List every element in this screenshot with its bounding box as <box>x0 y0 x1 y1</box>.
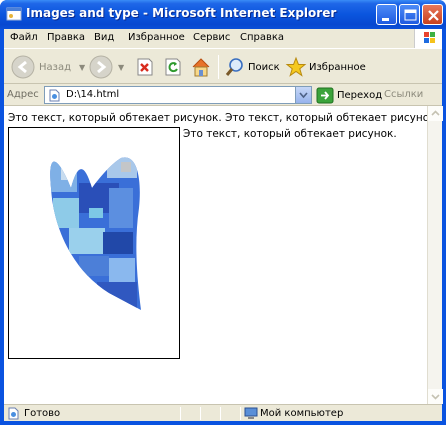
home-icon <box>192 58 210 77</box>
stop-icon <box>137 58 153 76</box>
close-icon <box>428 10 439 21</box>
status-page-icon <box>8 407 19 420</box>
minimize-button[interactable] <box>376 4 397 25</box>
minimize-icon <box>382 18 389 21</box>
refresh-button[interactable] <box>164 53 182 81</box>
back-button[interactable]: Назад ▼ <box>10 53 85 81</box>
stop-button[interactable] <box>136 53 154 81</box>
status-text: Готово <box>24 408 61 419</box>
forward-button[interactable]: ▼ <box>88 53 124 81</box>
go-label: Переход <box>337 89 383 101</box>
menu-edit[interactable]: Правка <box>47 32 85 43</box>
status-separator <box>200 407 201 420</box>
ie-window: Images and type - Microsoft Internet Exp… <box>0 0 446 425</box>
status-separator <box>240 407 241 420</box>
search-icon <box>225 58 243 76</box>
back-label: Назад <box>39 61 72 73</box>
menu-bar: Файл Правка Вид Избранное Сервис Справка <box>4 29 442 48</box>
status-separator <box>220 407 221 420</box>
links-label[interactable]: Ссылки <box>384 89 423 100</box>
page-content: Это текст, который обтекает рисунок. Это… <box>4 106 443 404</box>
menu-help[interactable]: Справка <box>240 32 284 43</box>
back-arrow-icon <box>11 55 35 79</box>
address-input[interactable]: D:\14.html <box>44 86 312 104</box>
address-dropdown-icon[interactable] <box>295 87 311 103</box>
forward-arrow-icon <box>89 55 113 79</box>
star-icon <box>285 56 307 77</box>
page-icon <box>49 89 60 102</box>
menu-tools[interactable]: Сервис <box>193 32 230 43</box>
heart-icon <box>50 157 141 310</box>
heart-image <box>8 127 180 359</box>
menu-view[interactable]: Вид <box>94 32 114 43</box>
favorites-button[interactable]: Избранное <box>285 53 366 81</box>
wrap-text-line-1: Это текст, который обтекает рисунок. Это… <box>8 112 439 124</box>
scroll-up-icon[interactable] <box>428 106 443 121</box>
search-label: Поиск <box>248 61 280 73</box>
address-bar: Адрес D:\14.html Переход Ссылки <box>4 84 442 106</box>
go-arrow-icon <box>316 87 334 103</box>
status-bar: Готово Мой компьютер <box>4 404 442 421</box>
maximize-icon <box>404 9 417 21</box>
toolbar: Назад ▼ ▼ Поиск Избранное <box>4 48 442 84</box>
forward-dropdown-icon[interactable]: ▼ <box>118 63 124 72</box>
status-zone: Мой компьютер <box>260 408 344 419</box>
back-dropdown-icon[interactable]: ▼ <box>79 63 85 72</box>
window-title: Images and type - Microsoft Internet Exp… <box>26 6 337 20</box>
windows-logo-icon <box>414 29 442 48</box>
search-button[interactable]: Поиск <box>224 53 280 81</box>
scroll-down-icon[interactable] <box>428 389 443 404</box>
maximize-button[interactable] <box>399 4 420 25</box>
go-button[interactable]: Переход <box>316 86 382 104</box>
refresh-icon <box>165 58 181 76</box>
favorites-label: Избранное <box>309 61 366 73</box>
address-value: D:\14.html <box>66 89 120 100</box>
vertical-scrollbar[interactable] <box>427 106 443 404</box>
menu-favorites[interactable]: Избранное <box>128 32 185 43</box>
status-separator <box>180 407 181 420</box>
toolbar-separator <box>218 55 219 79</box>
title-bar[interactable]: Images and type - Microsoft Internet Exp… <box>0 0 446 29</box>
computer-icon <box>244 407 258 419</box>
home-button[interactable] <box>190 53 212 81</box>
ie-app-icon <box>6 7 22 21</box>
menu-file[interactable]: Файл <box>10 32 38 43</box>
close-button[interactable] <box>422 4 443 25</box>
address-label: Адрес <box>7 89 39 100</box>
wrap-text-line-2: Это текст, который обтекает рисунок. <box>183 128 397 140</box>
